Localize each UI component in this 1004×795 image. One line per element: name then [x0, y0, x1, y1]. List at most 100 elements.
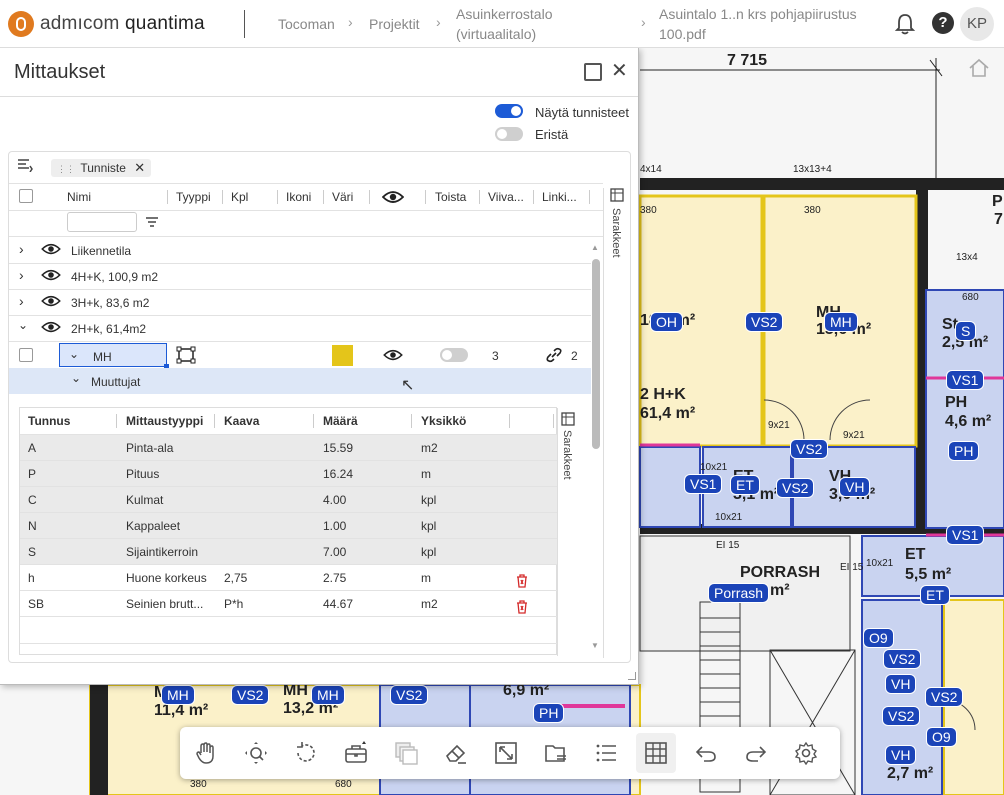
row-checkbox[interactable]: [19, 348, 33, 362]
expand-icon[interactable]: [584, 63, 602, 81]
zoom-fit-tool[interactable]: [236, 733, 276, 773]
measurement-badge[interactable]: PH: [533, 703, 565, 723]
variable-row[interactable]: A Pinta-ala 15.59 m2: [20, 435, 557, 461]
breadcrumb-document[interactable]: Asuintalo 1..n krs pohjapiirustus 100.pd…: [659, 4, 879, 44]
fullscreen-tool[interactable]: [486, 733, 526, 773]
isolate-toggle[interactable]: [495, 127, 523, 141]
variable-row[interactable]: P Pituus 16.24 m: [20, 461, 557, 487]
table-tool[interactable]: [636, 733, 676, 773]
tree-row[interactable]: › 4H+K, 100,9 m2: [9, 263, 589, 289]
measurement-badge[interactable]: S: [955, 321, 977, 341]
measurement-badge[interactable]: VS2: [745, 312, 784, 332]
measurement-badge[interactable]: VH: [885, 674, 917, 694]
columns-panel-icon[interactable]: [610, 188, 624, 205]
columns-panel-icon[interactable]: [561, 412, 575, 429]
breadcrumb-projektit[interactable]: Projektit: [369, 14, 420, 34]
eye-icon[interactable]: [41, 294, 61, 311]
variable-row[interactable]: C Kulmat 4.00 kpl: [20, 487, 557, 513]
columns-side-tab[interactable]: Sarakkeet: [610, 208, 622, 258]
home-icon[interactable]: [968, 58, 990, 78]
chevron-right-icon[interactable]: ›: [19, 293, 24, 309]
name-filter-input[interactable]: [67, 212, 137, 232]
toolbox-tool[interactable]: [336, 733, 376, 773]
measurement-badge[interactable]: VS1: [684, 474, 723, 494]
layers-tool[interactable]: [386, 733, 426, 773]
eye-icon[interactable]: [383, 348, 403, 365]
eye-icon[interactable]: [41, 320, 61, 337]
eye-icon[interactable]: [41, 242, 61, 259]
color-swatch[interactable]: [332, 345, 353, 366]
filter-icon[interactable]: [145, 216, 159, 231]
app-logo[interactable]: admıcom quantima: [8, 11, 205, 37]
eraser-tool[interactable]: [436, 733, 476, 773]
bell-icon[interactable]: [894, 12, 916, 39]
breadcrumb-tocoman[interactable]: Tocoman: [278, 14, 335, 34]
list-tool[interactable]: [586, 733, 626, 773]
delete-icon[interactable]: [516, 571, 528, 588]
measurement-badge[interactable]: VS2: [776, 478, 815, 498]
group-chip[interactable]: ⋮⋮ Tunniste ✕: [51, 159, 152, 177]
measurement-badge[interactable]: VH: [839, 477, 871, 497]
column-header-measure-type[interactable]: Mittaustyyppi: [126, 408, 203, 434]
delete-icon[interactable]: [516, 597, 528, 614]
measurement-badge[interactable]: MH: [311, 685, 345, 705]
measurement-badge[interactable]: VS2: [882, 706, 921, 726]
measurement-badge[interactable]: OH: [650, 312, 683, 332]
measurement-badge[interactable]: VS2: [231, 685, 270, 705]
settings-tool[interactable]: [786, 733, 826, 773]
chevron-down-icon[interactable]: ⌄: [71, 371, 81, 385]
scroll-down-icon[interactable]: ▼: [591, 641, 599, 650]
measurement-badge[interactable]: ET: [730, 475, 760, 495]
avatar[interactable]: KP: [960, 7, 994, 41]
tree-row[interactable]: ⌄ 2H+k, 61,4m2: [9, 315, 589, 341]
measurement-badge[interactable]: VS2: [390, 685, 429, 705]
repeat-toggle[interactable]: [440, 348, 468, 362]
variable-row[interactable]: SB Seinien brutt... P*h 44.67 m2: [20, 591, 557, 617]
column-header-icon[interactable]: Ikoni: [286, 184, 311, 210]
show-labels-toggle[interactable]: [495, 104, 523, 118]
measurement-badge[interactable]: VS1: [946, 525, 985, 545]
close-icon[interactable]: ✕: [611, 60, 628, 82]
measurement-badge[interactable]: O9: [863, 628, 894, 648]
column-header-name[interactable]: Nimi: [67, 184, 91, 210]
columns-side-tab[interactable]: Sarakkeet: [561, 430, 573, 480]
rotate-tool[interactable]: [286, 733, 326, 773]
measurement-badge[interactable]: VH: [885, 745, 917, 765]
tree-row[interactable]: › 3H+k, 83,6 m2: [9, 289, 589, 315]
variable-row[interactable]: S Sijaintikerroin 7.00 kpl: [20, 539, 557, 565]
column-header-type[interactable]: Tyyppi: [176, 184, 211, 210]
variable-row[interactable]: h Huone korkeus 2,75 2.75 m: [20, 565, 557, 591]
folder-tool[interactable]: [536, 733, 576, 773]
variable-row[interactable]: N Kappaleet 1.00 kpl: [20, 513, 557, 539]
column-header-count[interactable]: Kpl: [231, 184, 248, 210]
undo-tool[interactable]: [686, 733, 726, 773]
scrollbar-thumb[interactable]: [592, 259, 600, 449]
column-header-line[interactable]: Viiva...: [488, 184, 524, 210]
measurement-badge[interactable]: Porrash: [708, 583, 770, 603]
chevron-right-icon[interactable]: ›: [19, 267, 24, 283]
tree-row[interactable]: › Liikennetila: [9, 237, 589, 263]
chevron-right-icon[interactable]: ›: [19, 241, 24, 257]
measurement-badge[interactable]: MH: [161, 685, 195, 705]
column-header-link[interactable]: Linki...: [542, 184, 577, 210]
panel-resize-handle[interactable]: [628, 672, 636, 680]
eye-icon[interactable]: [381, 189, 405, 208]
measurement-badge[interactable]: VS2: [883, 649, 922, 669]
redo-tool[interactable]: [736, 733, 776, 773]
measurement-badge[interactable]: O9: [926, 727, 957, 747]
breadcrumb-project[interactable]: Asuinkerrostalo (virtuaalitalo): [456, 4, 626, 44]
measurement-row[interactable]: ⌄ MH 3 2: [9, 342, 591, 369]
measurement-badge[interactable]: ET: [920, 585, 950, 605]
column-header-formula[interactable]: Kaava: [224, 408, 259, 434]
scrollbar[interactable]: ▲ ▼: [591, 243, 600, 655]
column-header-repeat[interactable]: Toista: [435, 184, 466, 210]
select-all-checkbox[interactable]: [19, 189, 33, 203]
variables-group-row[interactable]: ⌄ Muuttujat ↖: [9, 368, 591, 394]
measurement-badge[interactable]: MH: [824, 312, 858, 332]
scroll-up-icon[interactable]: ▲: [591, 243, 599, 252]
pan-tool[interactable]: [186, 733, 226, 773]
column-header-color[interactable]: Väri: [332, 184, 353, 210]
group-by-icon[interactable]: [17, 158, 33, 173]
column-header-code[interactable]: Tunnus: [28, 408, 70, 434]
eye-icon[interactable]: [41, 268, 61, 285]
